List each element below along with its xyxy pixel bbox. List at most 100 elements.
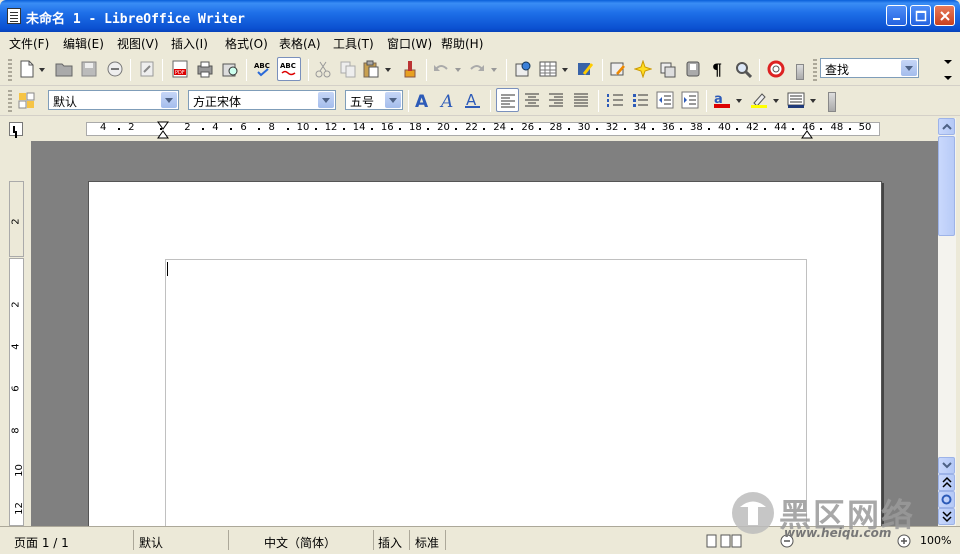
ruler-tick-mark [483,128,486,130]
data-sources-icon[interactable] [659,60,677,78]
hyperlink-icon[interactable] [514,60,532,78]
paste-dropdown-arrow-icon[interactable] [384,60,392,78]
find-toolbar-grip[interactable] [813,59,817,81]
paragraph-style-combobox[interactable]: 默认 [48,90,179,110]
scroll-thumb[interactable] [938,136,955,236]
toolbar-overflow-button[interactable] [796,64,804,80]
autospellcheck-button[interactable]: ABC [277,57,301,81]
undo-icon[interactable] [432,60,450,78]
formatting-toolbar-overflow-button[interactable] [828,92,836,112]
document-workspace[interactable] [31,141,938,554]
table-icon[interactable] [539,60,557,78]
status-page-style[interactable]: 默认 [139,534,163,551]
horizontal-ruler[interactable]: 4 2 2 4 6 8 10 12 14 16 18 20 22 24 26 28 30 32 34 36 38 40 42… [0,117,960,141]
menu-table[interactable]: 表格(A) [279,35,321,52]
print-preview-icon[interactable] [221,60,239,78]
align-left-button[interactable] [496,88,519,112]
spellcheck-icon[interactable]: ABC [254,60,272,78]
text-boundaries[interactable] [165,259,807,554]
new-dropdown-arrow-icon[interactable] [38,60,46,78]
formatting-marks-icon[interactable]: ¶ [709,60,727,78]
left-indent-marker-icon[interactable] [157,121,169,139]
increase-indent-icon[interactable] [681,91,699,109]
minimize-button[interactable] [886,5,907,26]
align-center-icon[interactable] [523,91,541,109]
find-combobox[interactable]: 查找 [820,58,919,78]
redo-icon[interactable] [468,60,486,78]
export-pdf-icon[interactable]: PDF [171,60,189,78]
justify-icon[interactable] [572,91,590,109]
styles-formatting-icon[interactable] [18,91,36,109]
maximize-button[interactable] [910,5,931,26]
document-page[interactable] [88,181,882,554]
cut-icon[interactable] [314,60,332,78]
chevron-down-icon [942,462,952,469]
underline-icon[interactable]: A [464,91,482,109]
toolbar-grip[interactable] [8,59,12,81]
numbering-icon[interactable] [606,91,624,109]
copy-icon[interactable] [339,60,357,78]
scroll-up-button[interactable] [938,118,955,135]
right-indent-marker-icon[interactable] [801,121,813,139]
menu-file[interactable]: 文件(F) [9,35,49,52]
scroll-down-button[interactable] [938,457,955,474]
ruler-tick-mark [202,128,205,130]
ruler-tick-label: 22 [465,122,478,133]
close-button[interactable] [934,5,955,26]
status-page-number[interactable]: 页面 1 / 1 [14,534,69,551]
font-size-dropdown-icon[interactable] [385,92,401,108]
redo-dropdown-arrow-icon[interactable] [490,60,498,78]
find-dropdown-arrow-icon[interactable] [901,60,917,76]
menu-edit[interactable]: 编辑(E) [63,35,104,52]
table-dropdown-arrow-icon[interactable] [561,60,569,78]
database-icon[interactable] [684,60,702,78]
font-name-combobox[interactable]: 方正宋体 [188,90,336,110]
vertical-ruler[interactable]: 2 2 4 6 8 10 12 [0,141,31,526]
help-lifebuoy-icon[interactable] [767,60,785,78]
format-paintbrush-icon[interactable] [401,60,419,78]
font-name-dropdown-icon[interactable] [318,92,334,108]
background-color-dropdown-icon[interactable] [809,91,817,109]
italic-icon[interactable]: A [439,91,457,109]
bullets-icon[interactable] [631,91,649,109]
align-right-icon[interactable] [547,91,565,109]
vertical-scrollbar[interactable] [938,118,956,526]
menu-insert[interactable]: 插入(I) [171,35,208,52]
font-color-dropdown-icon[interactable] [735,91,743,109]
decrease-indent-icon[interactable] [656,91,674,109]
undo-dropdown-arrow-icon[interactable] [454,60,462,78]
background-color-icon[interactable] [787,91,805,109]
toolbar-grip[interactable] [8,90,12,112]
highlighting-icon[interactable] [750,91,768,109]
ruler-tick-label: 16 [380,122,394,133]
font-size-combobox[interactable]: 五号 [345,90,403,110]
paste-icon[interactable] [362,60,380,78]
status-insert-mode[interactable]: 插入 [378,534,402,551]
title-bar[interactable]: 未命名 1 - LibreOffice Writer [0,0,960,32]
tab-type-selector[interactable] [9,122,23,136]
writer-document-icon [7,8,21,24]
bold-icon[interactable]: A [414,91,432,109]
gallery-icon[interactable] [634,60,652,78]
font-color-icon[interactable]: a [713,91,731,109]
menu-tools[interactable]: 工具(T) [333,35,374,52]
open-folder-icon[interactable] [55,60,73,78]
navigator-icon[interactable] [609,60,627,78]
highlighting-dropdown-icon[interactable] [772,91,780,109]
find-toolbar-overflow-icon[interactable] [942,58,954,82]
zoom-icon[interactable] [734,60,752,78]
menu-window[interactable]: 窗口(W) [387,35,432,52]
paragraph-style-dropdown-icon[interactable] [161,92,177,108]
menu-format[interactable]: 格式(O) [225,35,268,52]
menu-view[interactable]: 视图(V) [117,35,159,52]
status-selection-mode[interactable]: 标准 [415,534,439,551]
find-input[interactable]: 查找 [825,63,849,77]
export-directly-icon[interactable] [106,60,124,78]
save-icon[interactable] [80,60,98,78]
show-draw-functions-icon[interactable] [576,60,594,78]
status-language[interactable]: 中文（简体） [264,534,336,551]
edit-file-icon[interactable] [138,60,156,78]
menu-help[interactable]: 帮助(H) [441,35,483,52]
print-icon[interactable] [196,60,214,78]
new-document-icon[interactable] [18,60,36,78]
